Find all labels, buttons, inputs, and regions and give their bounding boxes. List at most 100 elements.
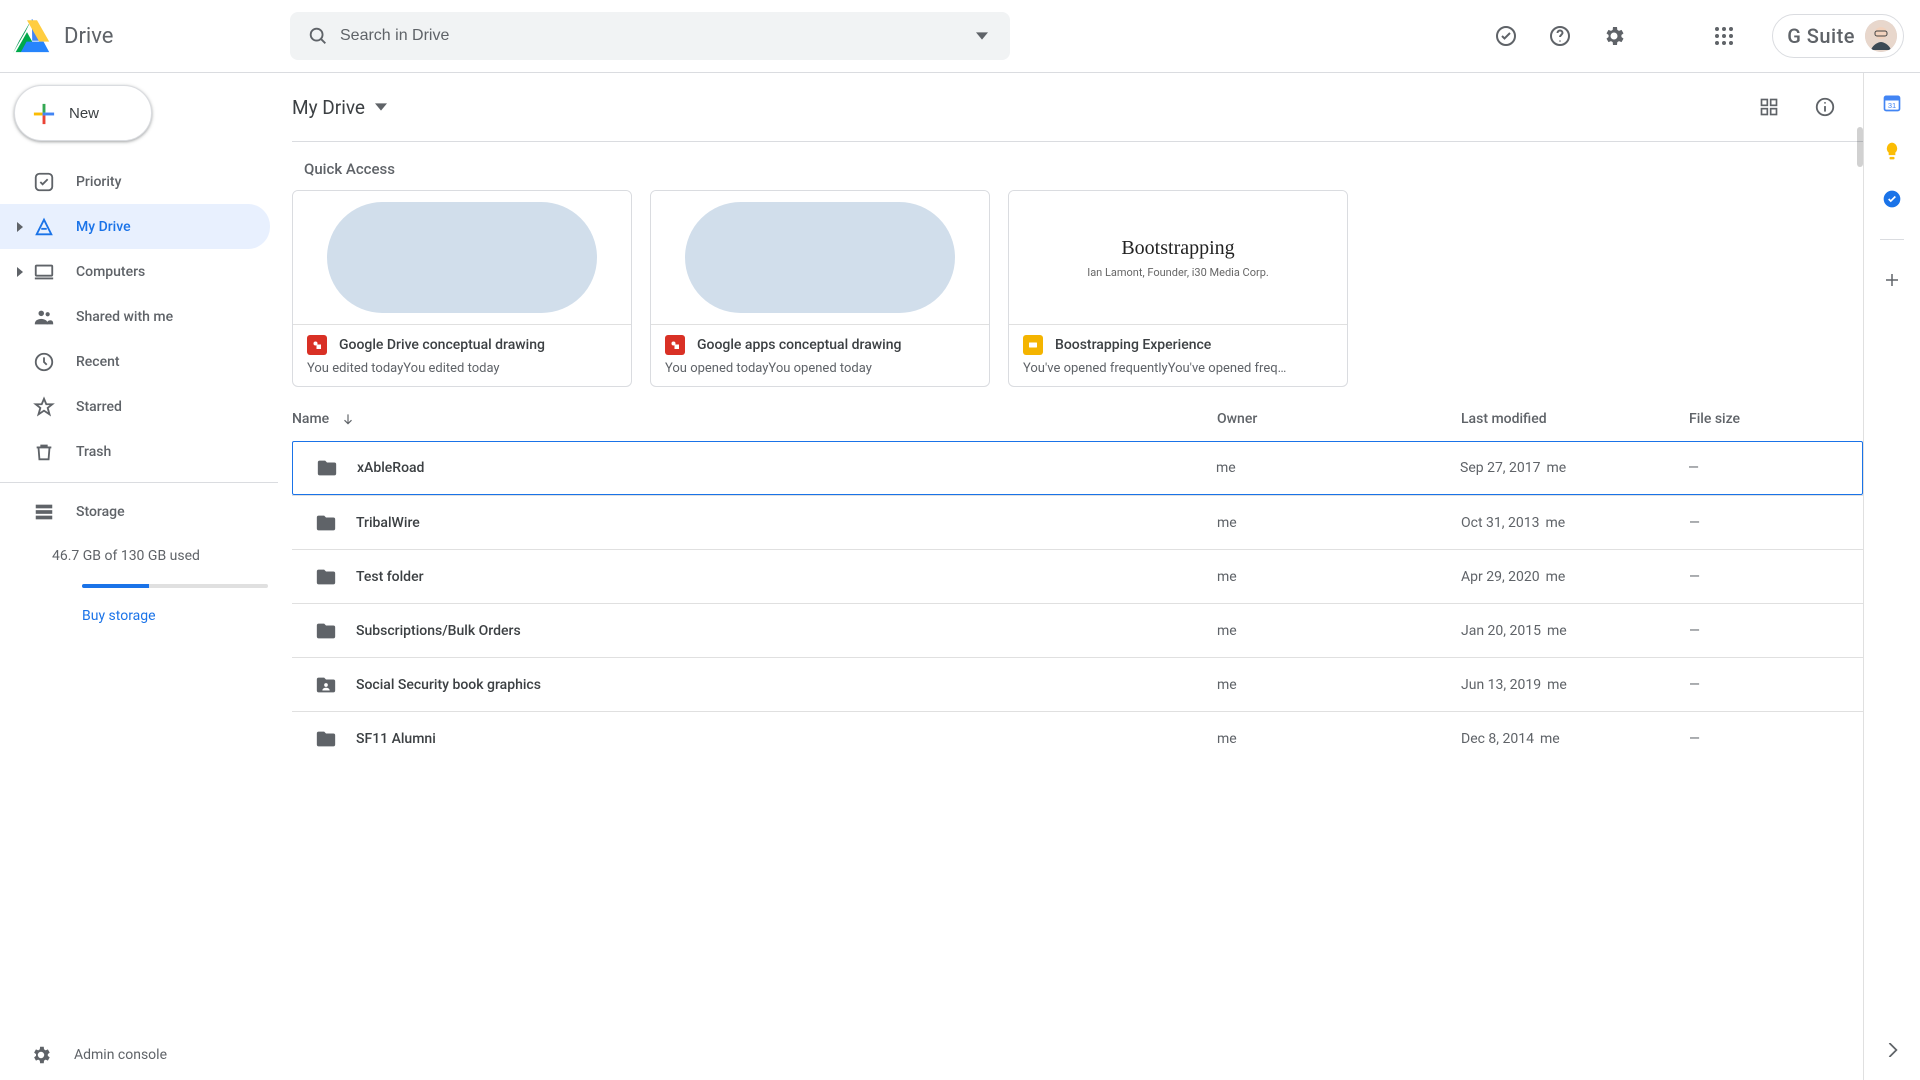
apps-grid-icon[interactable] [1704,16,1744,56]
qa-title: Boostrapping Experience [1055,337,1211,353]
drawing-file-icon [665,335,685,355]
nav-list: Priority My Drive Computers [0,159,278,474]
file-name: Test folder [356,569,1217,585]
admin-console-link[interactable]: Admin console [30,1044,278,1066]
storage-icon [32,500,56,524]
file-list-header: Name Owner Last modified File size [292,397,1863,441]
new-button[interactable]: New [14,85,152,141]
sidebar: New Priority My Drive [0,73,278,1080]
folder-path[interactable]: My Drive [292,96,387,119]
col-modified[interactable]: Last modified [1461,411,1689,427]
computers-icon [32,260,56,284]
trash-icon [32,440,56,464]
file-row[interactable]: Subscriptions/Bulk OrdersmeJan 20, 2015m… [292,603,1863,657]
nav-priority[interactable]: Priority [0,159,270,204]
qa-title: Google Drive conceptual drawing [339,337,545,353]
slides-file-icon [1023,335,1043,355]
nav-my-drive[interactable]: My Drive [0,204,270,249]
file-modified: Oct 31, 2013me [1461,515,1689,531]
new-button-label: New [69,105,99,122]
buy-storage-link[interactable]: Buy storage [82,608,278,624]
search-input[interactable] [338,26,962,46]
thumb-heading: Bootstrapping [1121,237,1234,260]
col-size[interactable]: File size [1689,411,1839,427]
folder-icon [314,511,338,535]
help-icon[interactable] [1540,16,1580,56]
expand-icon[interactable] [10,222,30,232]
storage-progress-bar [82,584,268,588]
folder-icon [314,565,338,589]
file-name: TribalWire [356,515,1217,531]
svg-text:31: 31 [1888,101,1896,110]
file-owner: me [1217,569,1461,585]
file-row[interactable]: TribalWiremeOct 31, 2013me— [292,495,1863,549]
search-bar[interactable] [290,12,1010,60]
main-header: My Drive [292,73,1863,142]
nav-storage[interactable]: Storage [0,489,270,534]
file-size: — [1689,731,1839,747]
details-info-icon[interactable] [1805,87,1845,127]
settings-gear-icon[interactable] [1594,16,1634,56]
nav-trash[interactable]: Trash [0,429,270,474]
plus-icon [31,101,55,125]
qa-title: Google apps conceptual drawing [697,337,901,353]
file-row[interactable]: Test foldermeApr 29, 2020me— [292,549,1863,603]
qa-subtitle: You've opened frequentlyYou've opened fr… [1023,361,1333,376]
recent-icon [32,350,56,374]
tasks-addon-icon[interactable] [1882,189,1902,209]
file-modified: Jan 20, 2015me [1461,623,1689,639]
qa-subtitle: You opened todayYou opened today [665,361,975,376]
file-name: xAbleRoad [357,460,1216,476]
file-name: SF11 Alumni [356,731,1217,747]
quick-access-card[interactable]: Google Drive conceptual drawingYou edite… [292,190,632,387]
file-name: Social Security book graphics [356,677,1217,693]
shared-icon [32,305,56,329]
nav-recent[interactable]: Recent [0,339,270,384]
offline-status-icon[interactable] [1486,16,1526,56]
file-size: — [1689,569,1839,585]
keep-addon-icon[interactable] [1882,141,1902,161]
rail-divider [1880,239,1904,240]
col-name[interactable]: Name [292,411,1217,427]
quick-access-heading: Quick Access [292,142,1863,182]
view-grid-icon[interactable] [1749,87,1789,127]
get-addons-icon[interactable] [1882,270,1902,290]
expand-icon[interactable] [10,267,30,277]
file-row[interactable]: xAbleRoadmeSep 27, 2017me— [292,441,1863,495]
file-owner: me [1217,677,1461,693]
file-modified: Dec 8, 2014me [1461,731,1689,747]
file-size: — [1689,623,1839,639]
collapse-panel-icon[interactable] [1876,1034,1908,1066]
quick-access-card[interactable]: Bootstrapping Ian Lamont, Founder, i30 Me… [1008,190,1348,387]
account-switcher[interactable]: G Suite [1772,14,1904,58]
nav-starred[interactable]: Starred [0,384,270,429]
product-name: Drive [64,24,113,49]
search-icon[interactable] [298,16,338,56]
logo-area[interactable]: Drive [12,16,290,56]
folder-icon [314,727,338,751]
quick-access-card[interactable]: Google apps conceptual drawing You opened… [650,190,990,387]
side-panel: 31 [1864,73,1920,1080]
thumb-subheading: Ian Lamont, Founder, i30 Media Corp. [1087,266,1269,279]
file-owner: me [1217,515,1461,531]
shared-folder-icon [314,673,338,697]
file-row[interactable]: SF11 AlumnimeDec 8, 2014me— [292,711,1863,765]
scrollbar-thumb[interactable] [1857,127,1863,167]
nav-computers[interactable]: Computers [0,249,270,294]
user-avatar-icon [1865,20,1897,52]
nav-shared-with-me[interactable]: Shared with me [0,294,270,339]
file-row[interactable]: Social Security book graphicsmeJun 13, 2… [292,657,1863,711]
file-owner: me [1217,623,1461,639]
calendar-addon-icon[interactable]: 31 [1882,93,1902,113]
quick-access-row: Google Drive conceptual drawingYou edite… [292,182,1863,397]
col-owner[interactable]: Owner [1217,411,1461,427]
gsuite-label: G Suite [1787,24,1855,48]
sort-down-icon [341,412,355,426]
file-modified: Apr 29, 2020me [1461,569,1689,585]
nav-divider [0,482,278,483]
search-options-icon[interactable] [962,16,1002,56]
drawing-file-icon [307,335,327,355]
chevron-down-icon [375,103,387,111]
file-size: — [1689,677,1839,693]
storage-usage-text: 46.7 GB of 130 GB used [52,548,278,564]
